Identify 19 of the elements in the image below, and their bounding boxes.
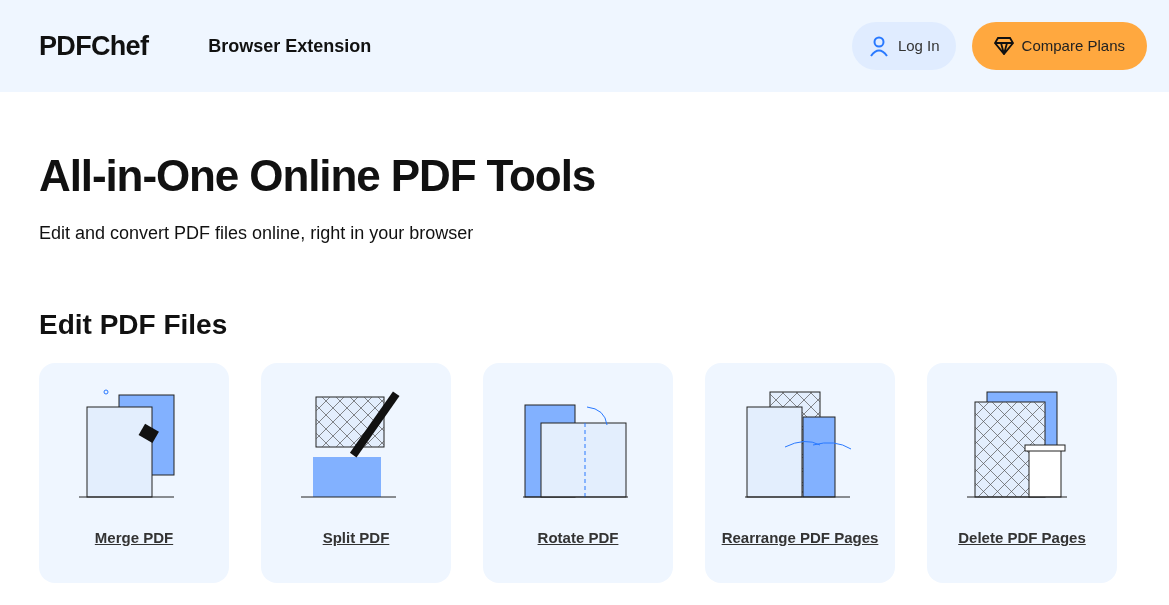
tool-link[interactable]: Split PDF [310, 529, 402, 547]
compare-plans-button[interactable]: Compare Plans [971, 22, 1147, 70]
login-button[interactable]: Log In [851, 22, 956, 70]
tool-card[interactable]: Merge PDF [39, 363, 229, 583]
section-title: Edit PDF Files [39, 311, 229, 339]
tool-card[interactable]: Rearrange PDF Pages [705, 363, 895, 583]
tool-link[interactable]: Delete PDF Pages [946, 529, 1098, 547]
nav-link[interactable]: Browser Extension [208, 32, 372, 60]
logo[interactable]: PDFChef [39, 25, 149, 67]
tool-link[interactable]: Rearrange PDF Pages [709, 529, 891, 547]
tool-card[interactable]: Rotate PDF [483, 363, 673, 583]
diamond-icon [993, 37, 1014, 55]
user-icon [867, 35, 890, 57]
tool-link[interactable]: Rotate PDF [525, 529, 631, 547]
page-title: All-in-One Online PDF Tools [39, 154, 597, 198]
tool-card[interactable]: Split PDF [261, 363, 451, 583]
page-subtitle: Edit and convert PDF files online, right in your browser [39, 222, 475, 245]
tool-card[interactable]: Delete PDF Pages [927, 363, 1117, 583]
tool-link[interactable]: Merge PDF [82, 529, 186, 547]
